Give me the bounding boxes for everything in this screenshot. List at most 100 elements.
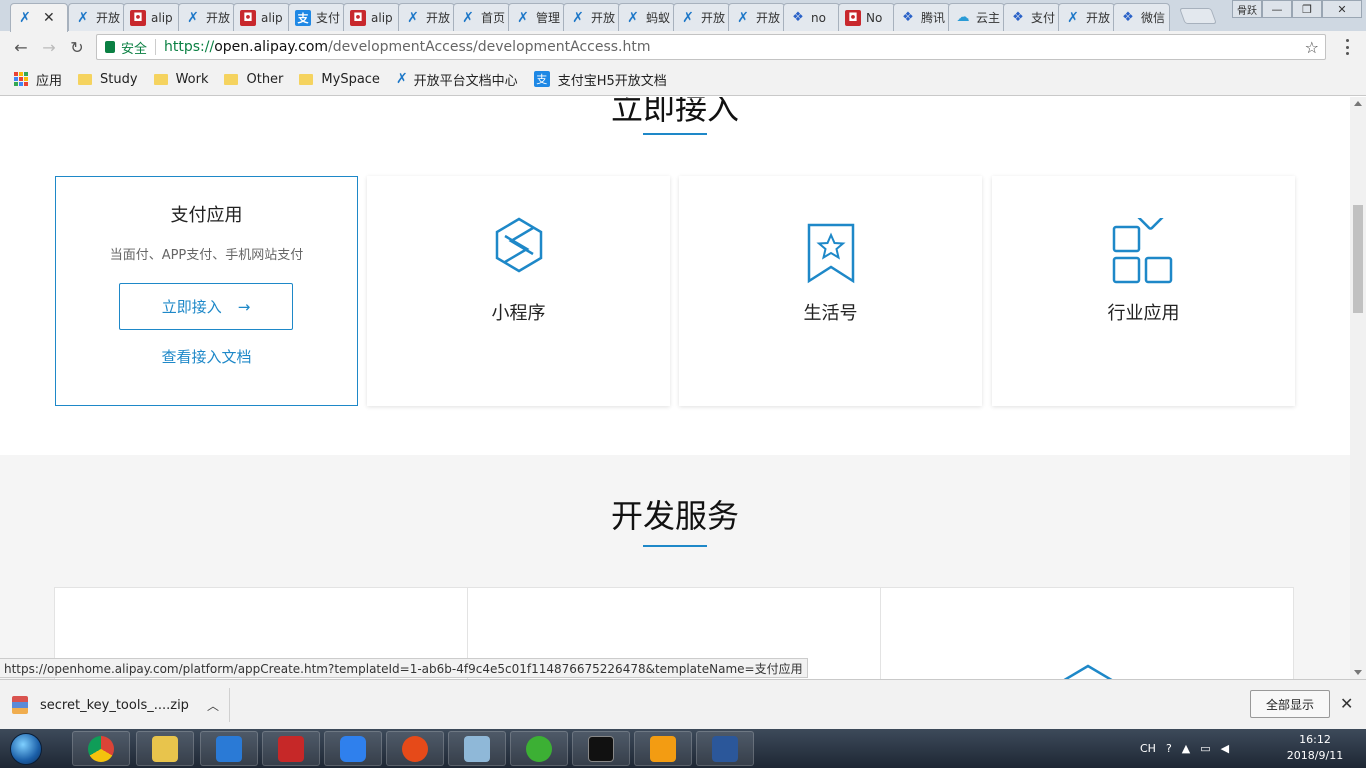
card-mini-program[interactable]: 小程序 xyxy=(367,176,670,406)
tab-title: 开放 xyxy=(756,11,781,25)
taskbar-app-glass[interactable] xyxy=(448,731,506,766)
url-text[interactable]: https://open.alipay.com/developmentAcces… xyxy=(164,39,651,55)
bookmark-item[interactable]: 应用 xyxy=(14,70,62,89)
zip-file-icon xyxy=(12,696,28,714)
browser-tab[interactable]: ◘ alip xyxy=(233,3,290,31)
card-life-account[interactable]: 生活号 xyxy=(679,176,982,406)
browser-tab[interactable]: ✗ 首页 xyxy=(453,3,510,31)
address-bar[interactable]: 安全 https://open.alipay.com/developmentAc… xyxy=(96,34,1326,60)
taskbar-word[interactable] xyxy=(696,731,754,766)
terminal-icon xyxy=(588,735,614,762)
help-icon[interactable]: ? xyxy=(1166,742,1172,755)
tab-title: 支付 xyxy=(316,11,341,25)
browser-tab[interactable]: ✗ 开放 xyxy=(178,3,235,31)
ant-favicon-icon: ✗ xyxy=(77,9,89,26)
browser-tab[interactable]: ◘ alip xyxy=(123,3,180,31)
scroll-down-icon[interactable] xyxy=(1354,670,1362,675)
browser-tab[interactable]: ✗ 开放 xyxy=(1058,3,1115,31)
browser-tab[interactable]: ❖ 支付 xyxy=(1003,3,1060,31)
taskbar-app-blue[interactable] xyxy=(324,731,382,766)
scrollbar-thumb[interactable] xyxy=(1353,205,1363,313)
taskbar-chrome[interactable] xyxy=(72,731,130,766)
browser-tab[interactable]: ✗ 开放 xyxy=(68,3,125,31)
reload-button[interactable]: ↻ xyxy=(66,36,88,58)
volume-icon[interactable]: ◀ xyxy=(1221,742,1229,755)
browser-tab[interactable]: ✗ 蚂蚁 xyxy=(618,3,675,31)
view-docs-link[interactable]: 查看接入文档 xyxy=(56,346,357,367)
tab-title: alip xyxy=(151,10,173,25)
ant-favicon-icon: ✗ xyxy=(187,9,199,26)
taskbar-filezilla[interactable] xyxy=(262,731,320,766)
browser-tab[interactable]: ❖ 腾讯 xyxy=(893,3,950,31)
close-window-button[interactable]: ✕ xyxy=(1322,0,1362,18)
close-tab-icon[interactable]: ✕ xyxy=(43,10,55,26)
access-now-button[interactable]: 立即接入 → xyxy=(119,283,293,330)
taskbar-vscode[interactable] xyxy=(200,731,258,766)
clock[interactable]: 16:12 2018/9/11 xyxy=(1280,732,1350,764)
browser-tab[interactable]: ❖ 微信 xyxy=(1113,3,1170,31)
web-page: 立即接入 支付应用 当面付、APP支付、手机网站支付 立即接入 → 查看接入文档… xyxy=(0,97,1350,679)
card-industry-app[interactable]: 行业应用 xyxy=(992,176,1295,406)
new-tab-button[interactable] xyxy=(1179,8,1217,24)
user-profile-button[interactable]: 骨跃 xyxy=(1232,0,1262,18)
folder-icon xyxy=(153,73,168,85)
browser-tab[interactable]: ✗ 开放 xyxy=(563,3,620,31)
ant-favicon-icon: ✗ xyxy=(462,9,474,26)
title-underline xyxy=(643,545,707,547)
restore-button[interactable]: ❐ xyxy=(1292,0,1322,18)
life-account-icon xyxy=(806,222,856,288)
bookmark-item[interactable]: Work xyxy=(153,71,209,87)
taskbar-wechat[interactable] xyxy=(510,731,568,766)
bookmark-label: Other xyxy=(246,71,284,87)
card-payment-app[interactable]: 支付应用 当面付、APP支付、手机网站支付 立即接入 → 查看接入文档 xyxy=(55,176,358,406)
bookmark-item[interactable]: Other xyxy=(224,72,283,87)
bookmark-label: 支付宝H5开放文档 xyxy=(557,73,667,89)
folder-icon xyxy=(152,735,178,762)
back-button[interactable]: ← xyxy=(10,36,32,58)
browser-tab[interactable]: ✗ 开放 xyxy=(673,3,730,31)
browser-tab[interactable]: ✗ 管理 xyxy=(508,3,565,31)
taskbar-app-red[interactable] xyxy=(386,731,444,766)
close-download-bar-icon[interactable]: ✕ xyxy=(1340,694,1353,713)
browser-tab[interactable]: ◘ alip xyxy=(343,3,400,31)
forward-button[interactable]: → xyxy=(38,36,60,58)
windows-orb-icon xyxy=(10,732,42,765)
url-path: /developmentAccess/developmentAccess.htm xyxy=(328,39,651,55)
browser-tab[interactable]: ✗ 开放 xyxy=(728,3,785,31)
bookmark-star-icon[interactable]: ☆ xyxy=(1305,38,1319,57)
url-host: open.alipay.com xyxy=(214,39,329,55)
taskbar-explorer[interactable] xyxy=(136,731,194,766)
word-icon xyxy=(712,735,738,762)
bookmark-item[interactable]: ✗ 开放平台文档中心 xyxy=(396,70,518,89)
ant-favicon-icon: ✗ xyxy=(627,9,639,26)
chevron-up-icon[interactable]: ︿ xyxy=(207,697,219,714)
bookmark-label: Work xyxy=(175,71,209,87)
ant-favicon-icon: ✗ xyxy=(407,9,419,26)
menu-icon[interactable] xyxy=(1346,39,1350,55)
show-all-downloads-button[interactable]: 全部显示 xyxy=(1250,690,1330,718)
access-now-label: 立即接入 xyxy=(161,298,222,316)
network-icon[interactable]: ▭ xyxy=(1200,742,1210,755)
folder-icon xyxy=(78,73,93,85)
browser-tab[interactable]: 支支付 xyxy=(288,3,345,31)
bookmark-item[interactable]: Study xyxy=(78,72,138,87)
browser-tab[interactable]: ☁ 云主 xyxy=(948,3,1005,31)
tab-title: 支付 xyxy=(1031,11,1056,25)
start-button[interactable] xyxy=(4,730,48,767)
tab-title: 开放 xyxy=(701,11,726,25)
browser-tab[interactable]: ◘ No xyxy=(838,3,895,31)
tray-arrow-icon[interactable]: ▲ xyxy=(1182,742,1190,755)
page-scrollbar[interactable] xyxy=(1350,97,1366,679)
bookmark-item[interactable]: MySpace xyxy=(299,72,380,87)
service-card[interactable] xyxy=(880,587,1294,679)
browser-tab[interactable]: ✗ 开放 xyxy=(398,3,455,31)
taskbar-app-orange[interactable] xyxy=(634,731,692,766)
scroll-up-icon[interactable] xyxy=(1354,101,1362,106)
taskbar-cmd[interactable] xyxy=(572,731,630,766)
bookmark-item[interactable]: 支支付宝H5开放文档 xyxy=(533,70,667,89)
download-item[interactable]: secret_key_tools_....zip ︿ xyxy=(12,688,230,722)
tab-active[interactable]: ✗ ✕ xyxy=(10,3,68,32)
minimize-button[interactable]: — xyxy=(1262,0,1292,18)
browser-tab[interactable]: ❖ no xyxy=(783,3,840,31)
input-language[interactable]: CH xyxy=(1140,742,1156,755)
